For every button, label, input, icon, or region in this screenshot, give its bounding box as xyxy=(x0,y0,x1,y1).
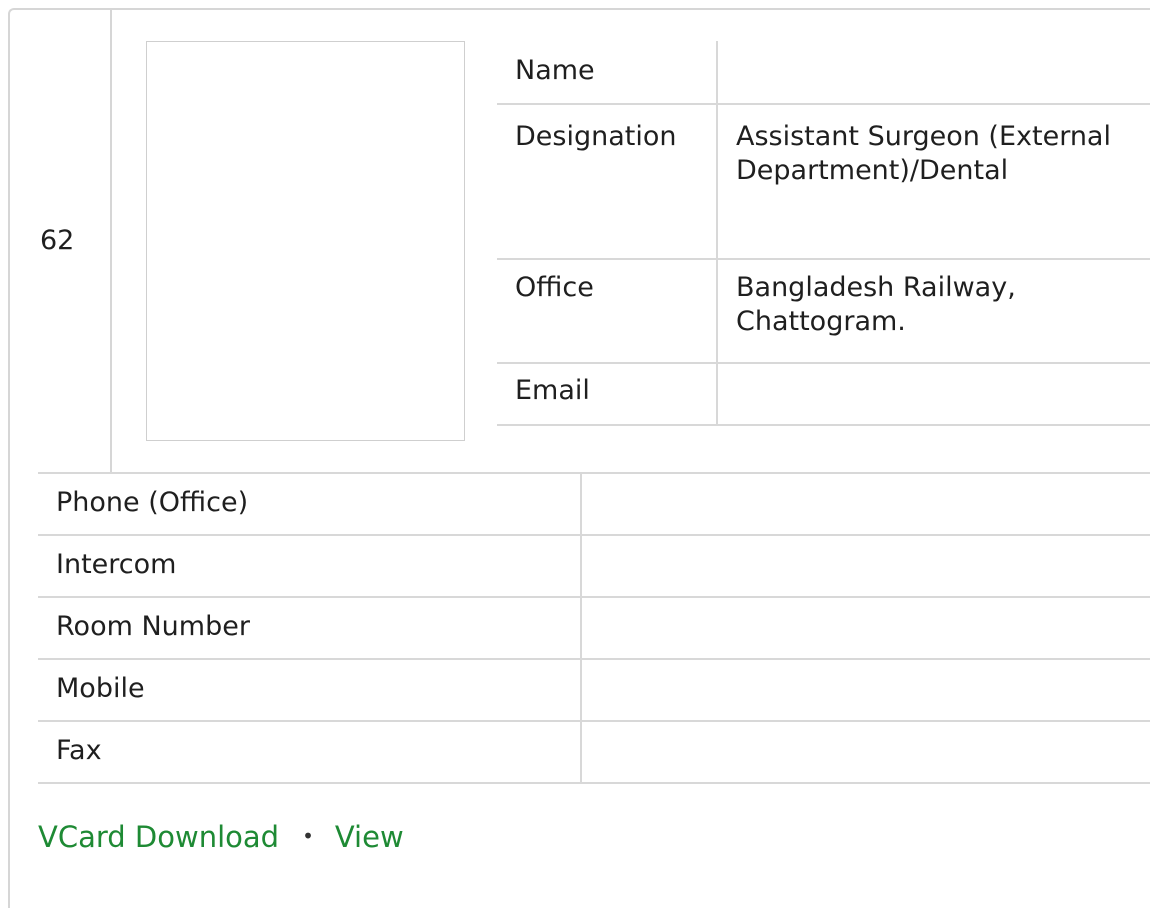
mobile-label: Mobile xyxy=(38,658,582,722)
card-links: VCard Download • View xyxy=(38,817,404,856)
office-label: Office xyxy=(497,258,718,364)
room-number-label: Room Number xyxy=(38,596,582,660)
info-table: Name Designation Assistant Surgeon (Exte… xyxy=(497,41,1150,426)
designation-label: Designation xyxy=(497,103,718,260)
name-value xyxy=(716,41,1150,105)
contact-row-intercom: Intercom xyxy=(38,534,1150,598)
info-row-office: Office Bangladesh Railway, Chattogram. xyxy=(497,258,1150,364)
column-divider xyxy=(110,8,112,472)
email-label: Email xyxy=(497,362,718,426)
intercom-label: Intercom xyxy=(38,534,582,598)
employee-photo xyxy=(146,41,465,441)
room-number-value xyxy=(580,596,1150,660)
mobile-value xyxy=(580,658,1150,722)
fax-label: Fax xyxy=(38,720,582,784)
contact-row-room-number: Room Number xyxy=(38,596,1150,660)
intercom-value xyxy=(580,534,1150,598)
name-label: Name xyxy=(497,41,718,105)
contact-table: Phone (Office) Intercom Room Number Mobi… xyxy=(38,472,1150,784)
contact-row-phone-office: Phone (Office) xyxy=(38,472,1150,536)
designation-value: Assistant Surgeon (External Department)/… xyxy=(716,103,1150,260)
info-row-name: Name xyxy=(497,41,1150,105)
office-value: Bangladesh Railway, Chattogram. xyxy=(716,258,1150,364)
info-row-designation: Designation Assistant Surgeon (External … xyxy=(497,103,1150,260)
fax-value xyxy=(580,720,1150,784)
serial-number: 62 xyxy=(40,225,75,256)
vcard-download-link[interactable]: VCard Download xyxy=(38,820,279,854)
link-separator: • xyxy=(302,824,314,848)
phone-office-label: Phone (Office) xyxy=(38,472,582,536)
email-value xyxy=(716,362,1150,426)
phone-office-value xyxy=(580,472,1150,536)
contact-row-fax: Fax xyxy=(38,720,1150,784)
contact-row-mobile: Mobile xyxy=(38,658,1150,722)
info-row-email: Email xyxy=(497,362,1150,426)
view-link[interactable]: View xyxy=(335,820,404,854)
